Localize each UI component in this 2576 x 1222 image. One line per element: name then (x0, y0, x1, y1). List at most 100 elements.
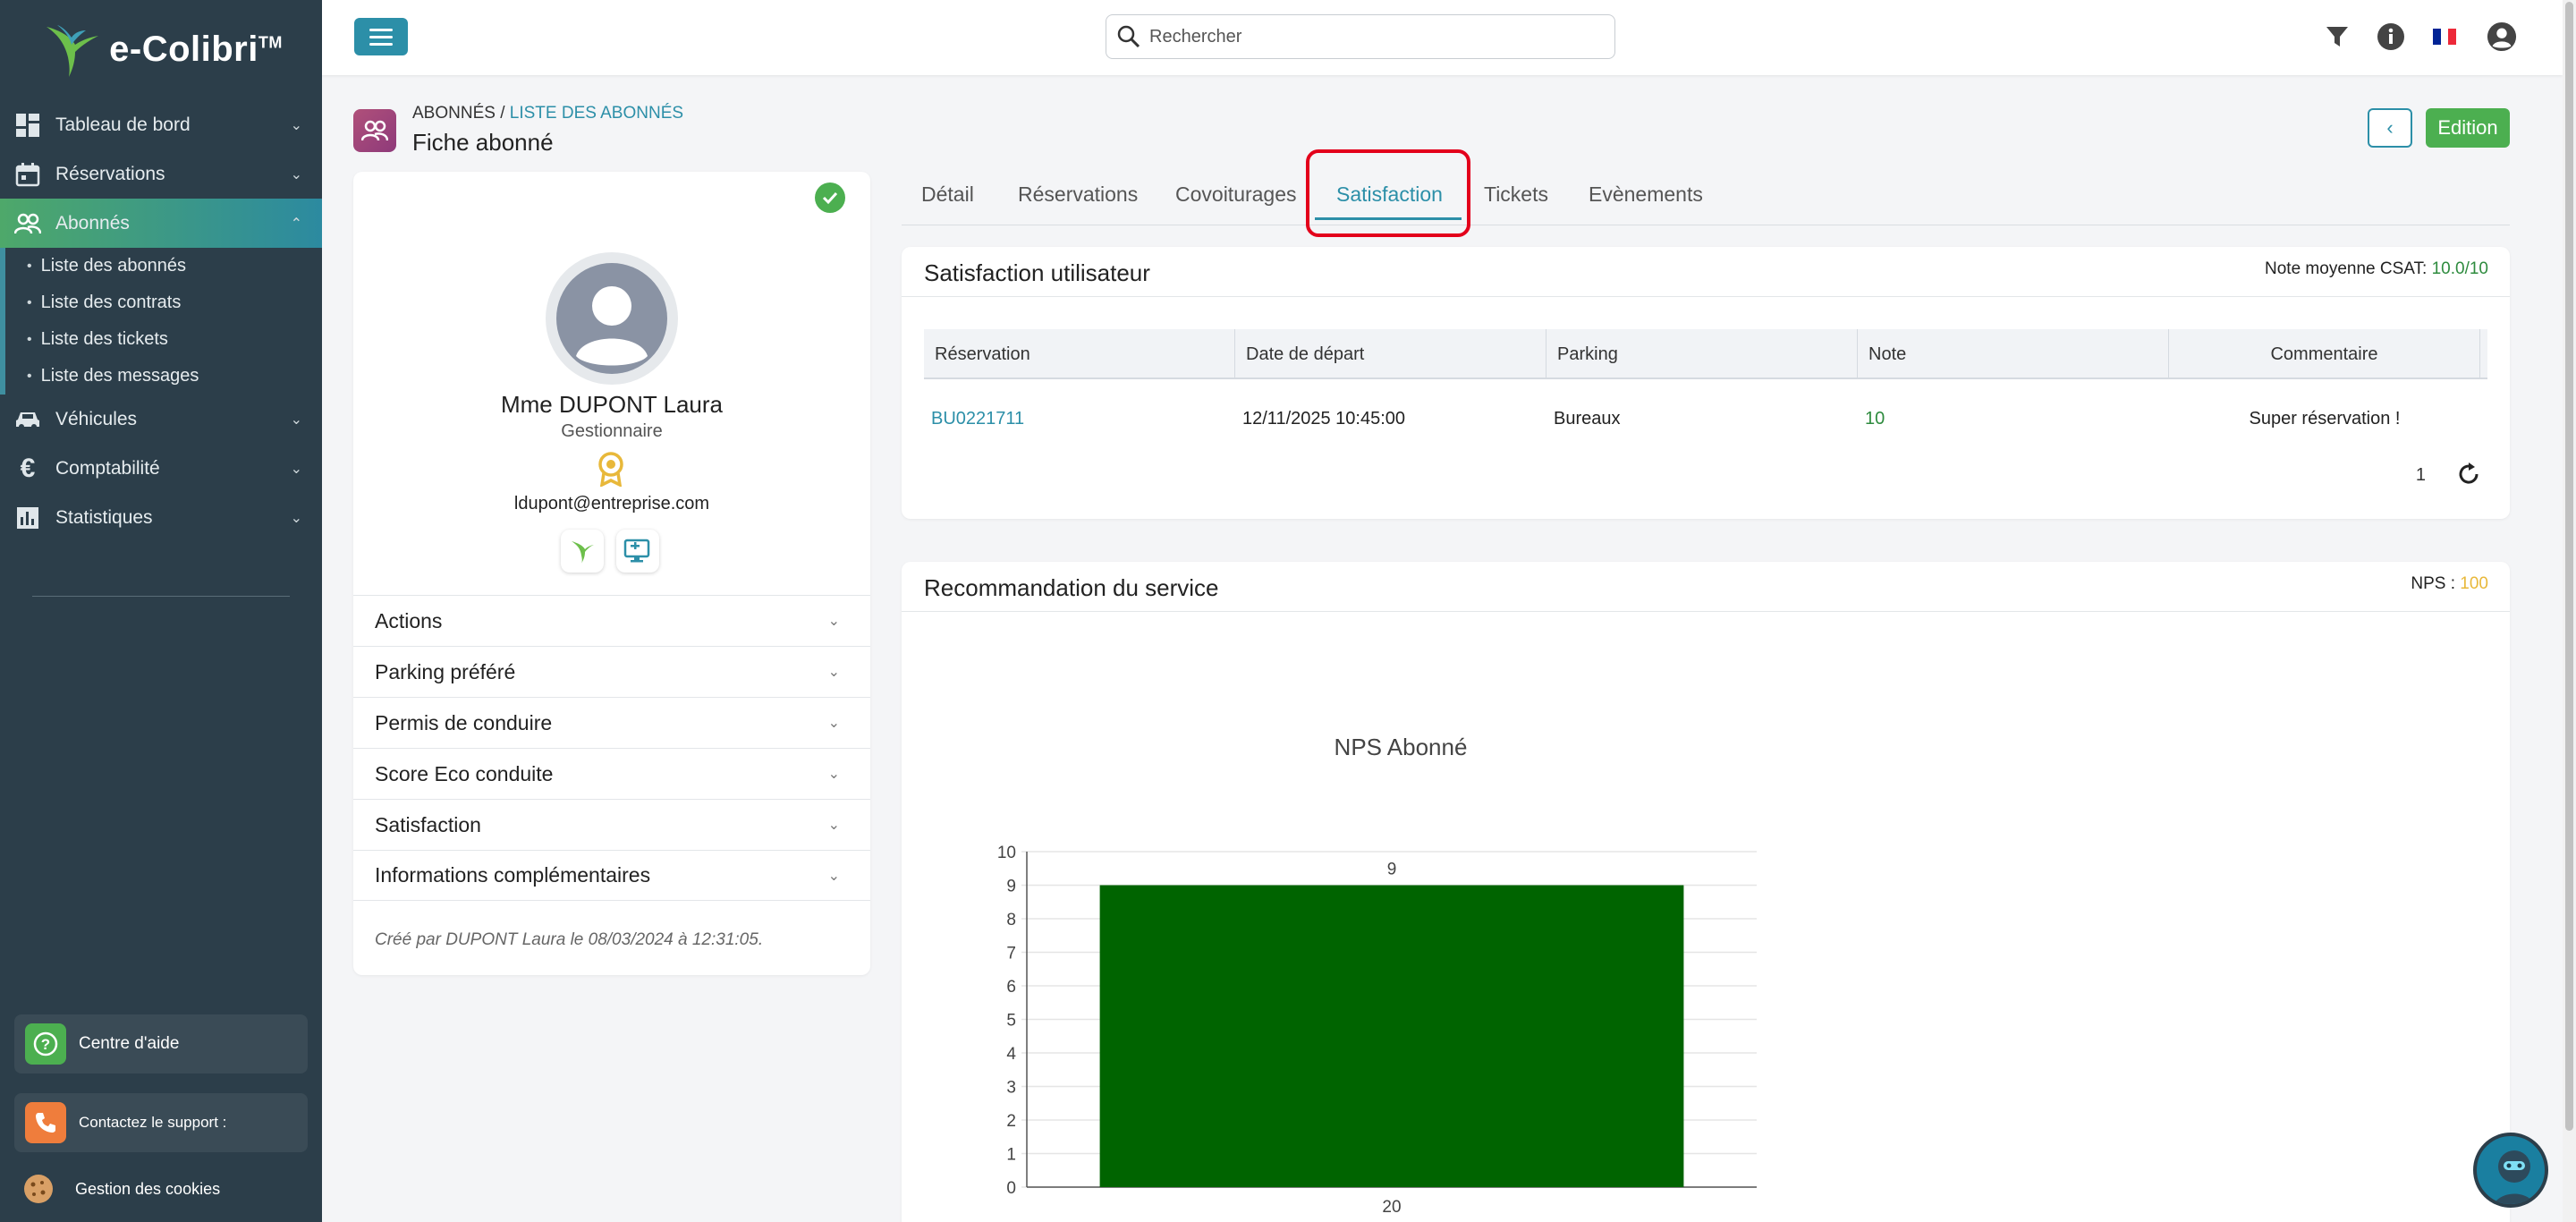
column-header-date-depart[interactable]: Date de départ (1235, 329, 1546, 379)
language-flag-icon[interactable] (2429, 21, 2460, 52)
sidebar-item-vehicules[interactable]: Véhicules ⌄ (0, 395, 322, 444)
avatar-placeholder-icon (556, 263, 667, 374)
sidebar-item-label: Comptabilité (55, 457, 160, 479)
column-header-note[interactable]: Note (1858, 329, 2169, 379)
info-icon[interactable] (2376, 21, 2406, 52)
nps-label: NPS : (2411, 574, 2456, 593)
nps-value: 100 (2460, 574, 2488, 593)
help-center-label: Centre d'aide (79, 1034, 180, 1053)
satisfaction-title: Satisfaction utilisateur (924, 259, 1150, 286)
chatbot-assistant-icon[interactable] (2473, 1133, 2548, 1208)
breadcrumb: ABONNÉS / LISTE DES ABONNÉS (412, 104, 683, 123)
y-tick-label: 8 (1006, 911, 1016, 929)
sidebar-item-abonnes[interactable]: Abonnés ⌃ (0, 199, 322, 248)
tab-reservations[interactable]: Réservations (1018, 182, 1138, 207)
phone-icon (25, 1102, 66, 1143)
page-scrollbar[interactable] (2563, 0, 2576, 1222)
breadcrumb-root: ABONNÉS / (412, 104, 505, 123)
colibri-app-icon[interactable] (561, 530, 604, 573)
contact-support-label: Contactez le support : (79, 1114, 227, 1131)
chevron-down-icon: ⌄ (827, 818, 840, 833)
column-header-reservation[interactable]: Réservation (924, 329, 1235, 379)
nps-chart: NPS Abonné 0 1 2 3 4 5 6 7 8 9 10 9 20 (997, 734, 1757, 1217)
filter-icon[interactable] (2322, 21, 2352, 52)
y-tick-label: 9 (1006, 878, 1016, 896)
menu-toggle-button[interactable] (354, 18, 408, 55)
sidebar-item-reservations[interactable]: Réservations ⌄ (0, 149, 322, 199)
y-tick-label: 0 (1006, 1179, 1016, 1198)
accordion-score-eco-conduite[interactable]: Score Eco conduite ⌄ (353, 748, 870, 799)
logo[interactable]: e-ColibriTM (0, 0, 322, 98)
y-tick-label: 7 (1006, 945, 1016, 963)
tab-tickets[interactable]: Tickets (1484, 182, 1548, 207)
y-tick-label: 2 (1006, 1112, 1016, 1131)
euro-icon: € (20, 453, 36, 483)
breadcrumb-link-liste-abonnes[interactable]: LISTE DES ABONNÉS (510, 104, 683, 123)
submenu-item-liste-abonnes[interactable]: Liste des abonnés (5, 248, 322, 284)
chevron-down-icon: ⌄ (827, 868, 840, 884)
tab-detail[interactable]: Détail (921, 182, 974, 207)
search-box (1106, 14, 1615, 59)
cookies-label: Gestion des cookies (75, 1179, 221, 1198)
accordion-actions[interactable]: Actions ⌄ (353, 595, 870, 646)
page-heading: ABONNÉS / LISTE DES ABONNÉS Fiche abonné (353, 104, 683, 157)
cell-note: 10 (1865, 408, 1885, 429)
contact-support-button[interactable]: Contactez le support : (14, 1093, 308, 1152)
column-header-parking[interactable]: Parking (1546, 329, 1858, 379)
cookies-button[interactable]: Gestion des cookies (21, 1172, 220, 1206)
help-icon: ? (25, 1023, 66, 1065)
column-header-commentaire[interactable]: Commentaire (2169, 329, 2480, 379)
search-input[interactable] (1149, 26, 1579, 47)
satisfaction-card-header: Satisfaction utilisateur Note moyenne CS… (902, 247, 2510, 297)
accordion-permis-de-conduire[interactable]: Permis de conduire ⌄ (353, 697, 870, 748)
help-center-button[interactable]: ? Centre d'aide (14, 1014, 308, 1073)
brand-name: e-ColibriTM (109, 29, 283, 69)
sidebar-item-statistiques[interactable]: Statistiques ⌄ (0, 493, 322, 542)
chevron-down-icon: ⌄ (827, 665, 840, 680)
refresh-icon[interactable] (2454, 460, 2483, 488)
reservation-link[interactable]: BU0221711 (931, 379, 1024, 458)
cookie-icon (24, 1175, 53, 1203)
edit-button[interactable]: Edition (2426, 108, 2510, 148)
profile-created-by: Créé par DUPONT Laura le 08/03/2024 à 12… (375, 930, 764, 949)
sidebar-item-label: Statistiques (55, 506, 153, 528)
tab-evenements[interactable]: Evènements (1589, 182, 1703, 207)
accordion-parking-prefere[interactable]: Parking préféré ⌄ (353, 646, 870, 697)
chevron-down-icon: ⌄ (290, 117, 302, 133)
tab-covoiturages[interactable]: Covoiturages (1175, 182, 1297, 207)
accordion-informations-complementaires[interactable]: Informations complémentaires ⌄ (353, 850, 870, 901)
submenu-item-liste-tickets[interactable]: Liste des tickets (5, 321, 322, 358)
back-button[interactable]: ‹ (2368, 108, 2412, 148)
chart-title: NPS Abonné (1335, 734, 1468, 760)
submenu-abonnes: Liste des abonnés Liste des contrats Lis… (0, 248, 322, 395)
subscriber-card-icon (353, 108, 396, 152)
bar (1099, 885, 1684, 1187)
accordion-label: Score Eco conduite (375, 761, 554, 785)
pagination-current-page[interactable]: 1 (2416, 465, 2426, 486)
table-row: BU0221711 12/11/2025 10:45:00 Bureaux 10… (924, 379, 2487, 458)
submenu-item-liste-messages[interactable]: Liste des messages (5, 358, 322, 395)
sidebar-item-tableau-de-bord[interactable]: Tableau de bord ⌄ (0, 100, 322, 149)
satisfaction-card: Satisfaction utilisateur Note moyenne CS… (902, 247, 2510, 519)
remote-desktop-icon[interactable] (616, 530, 659, 573)
recommendation-title: Recommandation du service (924, 574, 1219, 601)
accordion-satisfaction[interactable]: Satisfaction ⌄ (353, 799, 870, 850)
top-header (322, 0, 2563, 75)
dashboard-icon (13, 110, 43, 140)
submenu-item-liste-contrats[interactable]: Liste des contrats (5, 284, 322, 321)
chevron-down-icon: ⌄ (290, 412, 302, 428)
csat-value: 10.0/10 (2431, 259, 2488, 278)
sidebar-item-label: Réservations (55, 163, 165, 184)
y-tick-label: 3 (1006, 1079, 1016, 1098)
y-tick-label: 1 (1006, 1146, 1016, 1165)
chevron-up-icon: ⌃ (290, 216, 302, 232)
colibri-logo-icon (47, 25, 99, 77)
y-tick-label: 10 (997, 844, 1016, 862)
bar-data-label: 9 (1387, 861, 1397, 879)
user-account-icon[interactable] (2487, 21, 2517, 52)
active-tab-highlight-frame (1306, 149, 1470, 237)
chevron-down-icon: ⌄ (827, 614, 840, 629)
y-tick-label: 5 (1006, 1012, 1016, 1031)
sidebar-item-comptabilite[interactable]: € Comptabilité ⌄ (0, 444, 322, 493)
scrollbar-thumb[interactable] (2565, 2, 2573, 1131)
